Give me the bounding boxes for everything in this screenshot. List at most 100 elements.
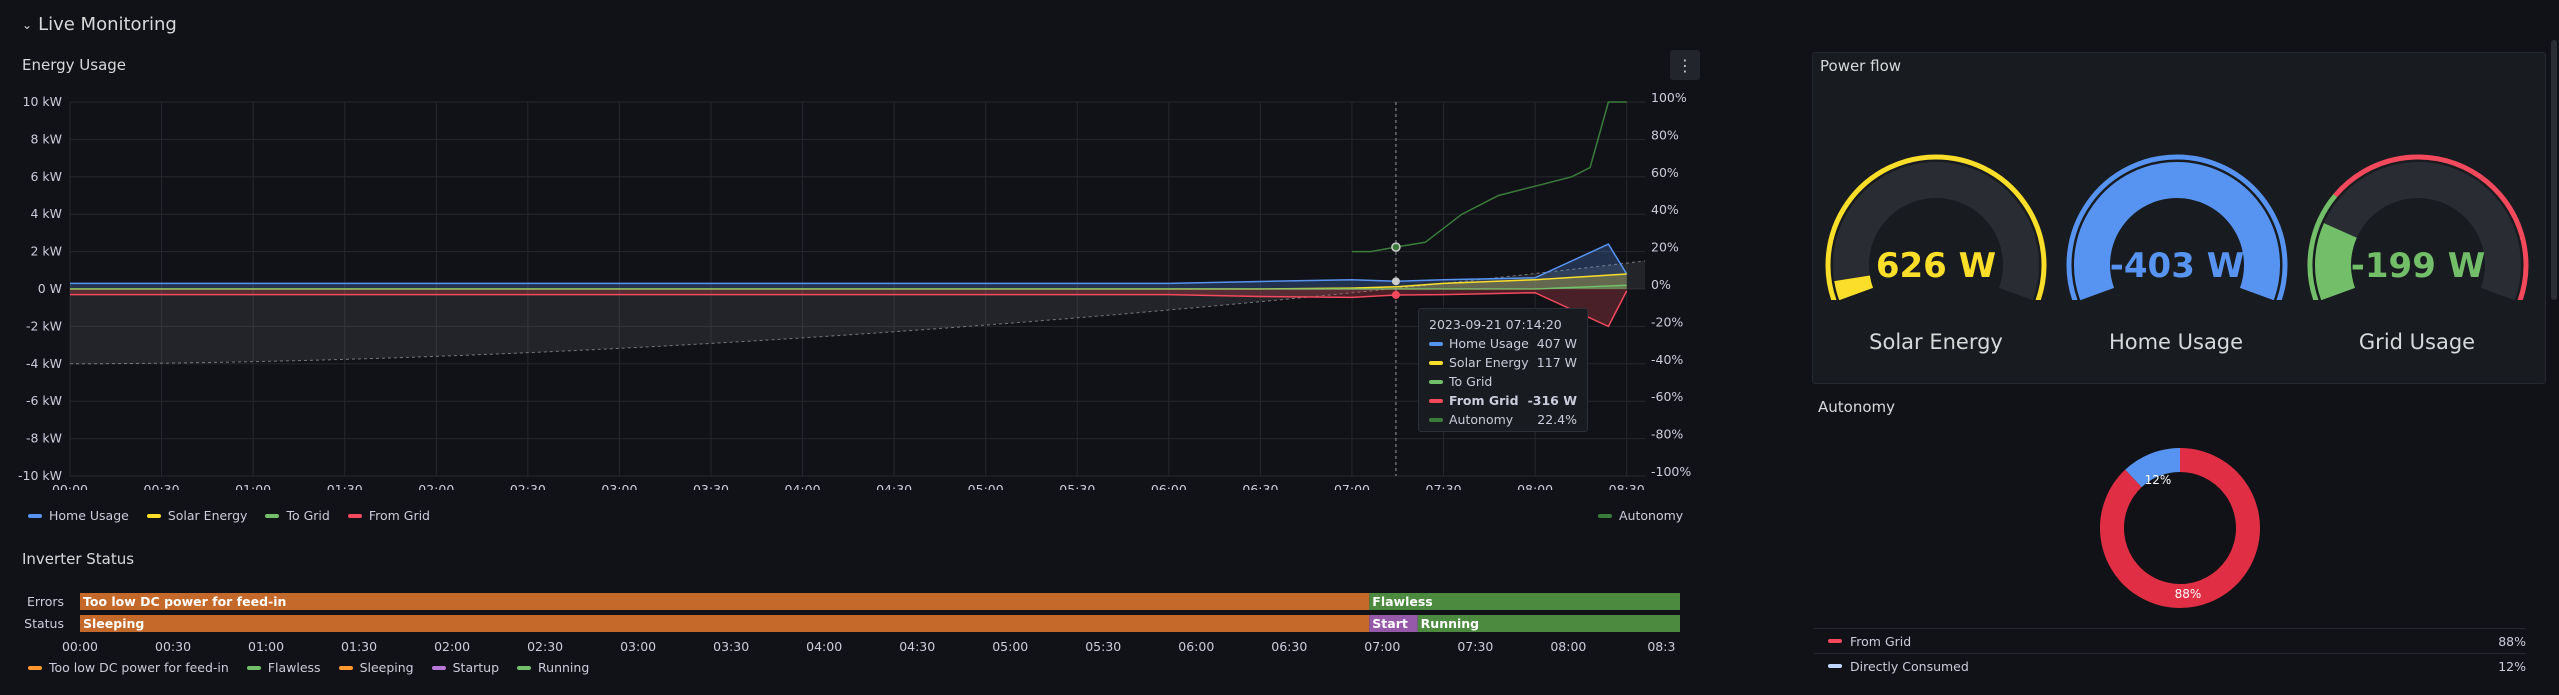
x-tick-label: 05:30 bbox=[1085, 639, 1121, 654]
x-tick-label: 05:30 bbox=[1059, 482, 1095, 490]
legend-item[interactable]: To Grid bbox=[265, 508, 330, 523]
y-tick-label: -10 kW bbox=[18, 468, 62, 483]
x-tick-label: 03:30 bbox=[713, 639, 749, 654]
x-tick-label: 07:00 bbox=[1334, 482, 1370, 490]
legend-item[interactable]: From Grid bbox=[347, 508, 430, 523]
donut-slice-from-grid bbox=[2100, 448, 2260, 608]
donut-label-directly-consumed: 12% bbox=[2145, 473, 2172, 487]
legend-item[interactable]: Home Usage bbox=[28, 508, 129, 523]
legend-swatch bbox=[347, 513, 362, 518]
autonomy-panel-title: Autonomy bbox=[1818, 398, 1895, 416]
y-tick-label: -8 kW bbox=[26, 431, 62, 446]
legend-label: Solar Energy bbox=[167, 508, 248, 523]
y-tick-label: 2 kW bbox=[30, 244, 62, 259]
timeline-segment-label: Too low DC power for feed-in bbox=[83, 594, 286, 609]
legend-table-row[interactable]: Directly Consumed 12% bbox=[1814, 653, 2526, 678]
x-tick-label: 08:00 bbox=[1550, 639, 1586, 654]
tooltip-value: 117 W bbox=[1536, 355, 1577, 370]
tooltip-row: To Grid bbox=[1429, 372, 1577, 391]
legend-swatch bbox=[431, 665, 446, 670]
timeline-segment-label: Start bbox=[1372, 616, 1408, 631]
gauge-value: 626 W bbox=[1876, 246, 1996, 286]
tooltip-name: Solar Energy bbox=[1449, 355, 1529, 370]
tooltip-value: -316 W bbox=[1527, 393, 1577, 408]
x-tick-label: 04:30 bbox=[899, 639, 935, 654]
legend-label: Startup bbox=[452, 660, 500, 675]
tooltip-row: Autonomy 22.4% bbox=[1429, 410, 1577, 429]
legend-item[interactable]: Solar Energy bbox=[146, 508, 248, 523]
tooltip-swatch bbox=[1429, 398, 1443, 403]
legend-item[interactable]: Running bbox=[517, 660, 589, 675]
x-tick-label: 07:30 bbox=[1457, 639, 1493, 654]
gauge-label-home: Home Usage bbox=[2108, 330, 2244, 354]
gauge-fill bbox=[1834, 275, 1874, 300]
panel-menu-button[interactable]: ⋮ bbox=[1670, 50, 1700, 80]
x-tick-label: 06:00 bbox=[1178, 639, 1214, 654]
x-tick-label: 07:30 bbox=[1426, 482, 1462, 490]
inverter-panel-title: Inverter Status bbox=[22, 550, 135, 568]
y2-tick-label: 20% bbox=[1651, 240, 1679, 255]
y-tick-label: 10 kW bbox=[23, 94, 62, 109]
tooltip-name: From Grid bbox=[1449, 393, 1519, 408]
hover-point-home bbox=[1391, 277, 1400, 286]
legend-item-autonomy[interactable]: Autonomy bbox=[1598, 508, 1683, 523]
tooltip-row: Solar Energy 117 W bbox=[1429, 353, 1577, 372]
tooltip-name: To Grid bbox=[1449, 374, 1493, 389]
autonomy-legend-table: From Grid 88% Directly Consumed 12% bbox=[1814, 628, 2526, 678]
legend-label: Directly Consumed bbox=[1850, 658, 1969, 674]
hover-point-autonomy bbox=[1391, 242, 1401, 252]
legend-item[interactable]: Startup bbox=[431, 660, 500, 675]
tooltip-time: 2023-09-21 07:14:20 bbox=[1429, 317, 1562, 332]
legend-table-row[interactable]: From Grid 88% bbox=[1814, 628, 2526, 653]
y2-tick-label: 60% bbox=[1651, 165, 1679, 180]
legend-label: Autonomy bbox=[1619, 508, 1684, 523]
x-tick-label: 02:00 bbox=[434, 639, 470, 654]
y-tick-label: 8 kW bbox=[30, 131, 62, 146]
x-tick-label: 00:30 bbox=[155, 639, 191, 654]
timeline-segment-label: Flawless bbox=[1372, 594, 1432, 609]
page-scrollbar[interactable] bbox=[2551, 40, 2557, 300]
legend-swatch bbox=[1598, 513, 1612, 518]
inverter-status-timeline[interactable]: Errors Too low DC power for feed-in Flawle… bbox=[0, 585, 1700, 655]
timeline-segment bbox=[80, 615, 1370, 632]
legend-label: To Grid bbox=[286, 508, 330, 523]
power-flow-gauges: 626 W -403 W -199 W bbox=[1825, 154, 2529, 300]
y2-tick-label: -40% bbox=[1651, 352, 1683, 367]
x-tick-label: 05:00 bbox=[992, 639, 1028, 654]
y-tick-label: 6 kW bbox=[30, 169, 62, 184]
timeline-row-label: Status bbox=[24, 616, 64, 631]
legend-label: Sleeping bbox=[359, 660, 414, 675]
x-tick-label: 06:00 bbox=[1151, 482, 1187, 490]
legend-item[interactable]: Sleeping bbox=[338, 660, 414, 675]
legend-item[interactable]: Flawless bbox=[246, 660, 321, 675]
x-tick-label: 08:30 bbox=[1609, 482, 1645, 490]
legend-label: From Grid bbox=[368, 508, 430, 523]
legend-swatch bbox=[517, 665, 532, 670]
tooltip-swatch bbox=[1429, 341, 1443, 346]
x-tick-label: 06:30 bbox=[1242, 482, 1278, 490]
x-tick-label: 06:30 bbox=[1271, 639, 1307, 654]
hover-point-grid bbox=[1391, 290, 1400, 299]
x-tick-label: 03:00 bbox=[620, 639, 656, 654]
x-tick-label: 03:00 bbox=[601, 482, 637, 490]
tooltip-name: Home Usage bbox=[1449, 336, 1529, 351]
x-tick-label: 03:30 bbox=[693, 482, 729, 490]
more-vertical-icon: ⋮ bbox=[1677, 55, 1693, 75]
legend-swatch bbox=[1828, 664, 1842, 668]
timeline-row-label: Errors bbox=[27, 594, 64, 609]
row-header[interactable]: ⌄ Live Monitoring bbox=[22, 14, 177, 35]
autonomy-donut-chart[interactable]: 88% 12% bbox=[2080, 440, 2280, 620]
x-tick-label: 02:30 bbox=[527, 639, 563, 654]
gauge-value: -199 W bbox=[2351, 246, 2485, 286]
y2-tick-label: 40% bbox=[1651, 202, 1679, 217]
y-tick-label: -2 kW bbox=[26, 318, 62, 333]
legend-item[interactable]: Too low DC power for feed-in bbox=[28, 660, 229, 675]
legend-label: From Grid bbox=[1850, 633, 1912, 649]
y-tick-label: 4 kW bbox=[30, 206, 62, 221]
autonomy-legend: Autonomy bbox=[1598, 508, 1683, 523]
x-tick-label: 04:30 bbox=[876, 482, 912, 490]
y2-tick-label: 80% bbox=[1651, 127, 1679, 142]
y-tick-label: 0 W bbox=[38, 281, 62, 296]
tooltip-row: Home Usage 407 W bbox=[1429, 334, 1577, 353]
y2-tick-label: -80% bbox=[1651, 427, 1683, 442]
